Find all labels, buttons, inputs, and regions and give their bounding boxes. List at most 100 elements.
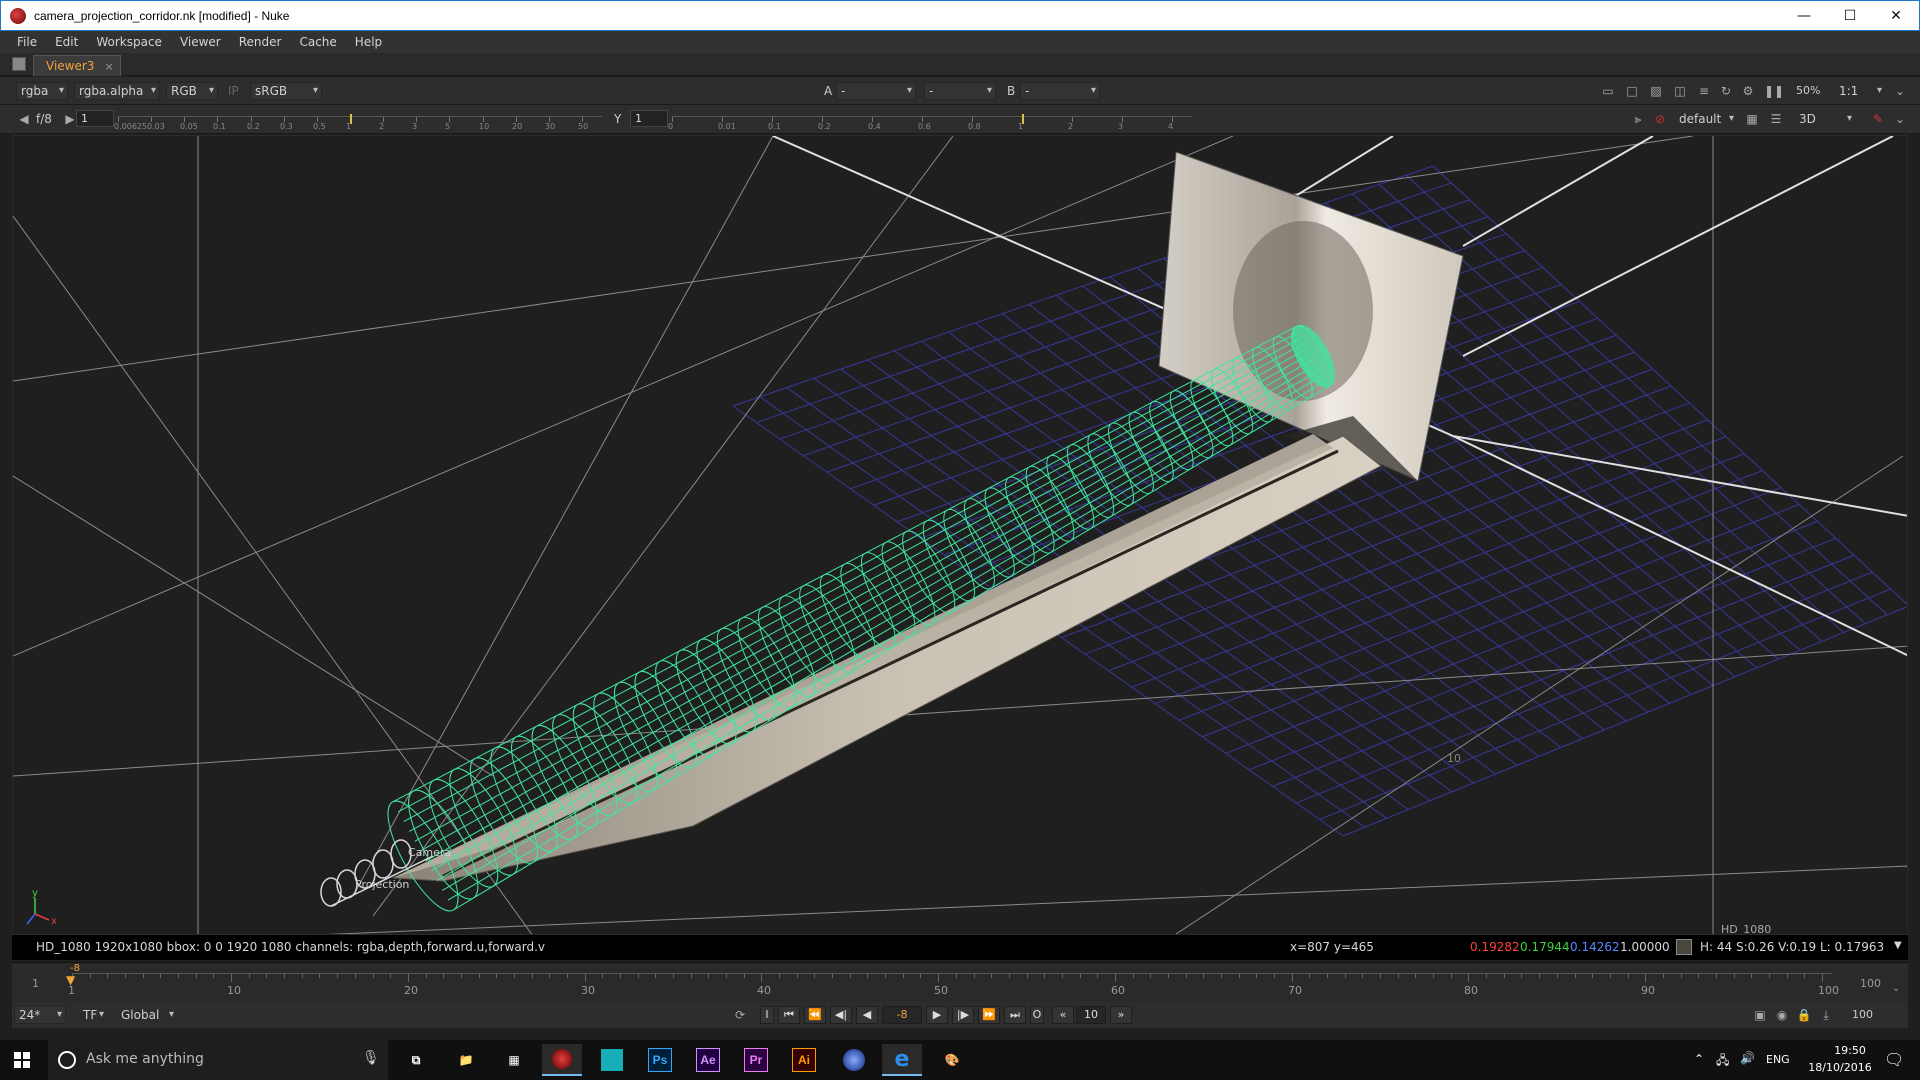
task-view-icon[interactable]: ⧉ [396,1044,436,1076]
ratio-dropdown[interactable]: 1:1 [1834,82,1886,100]
export-icon[interactable]: ⤓ [1818,1008,1834,1022]
alpha-channel-dropdown[interactable]: rgba.alpha [74,82,160,100]
premiere-taskbar-icon[interactable]: Pr [736,1044,776,1076]
play-forward-button[interactable]: ▶ [926,1006,948,1024]
play-backward-button[interactable]: ◀ [856,1006,878,1024]
timeline-tick [585,974,586,982]
chevron-down-icon[interactable]: ⌄ [1892,84,1908,98]
fps-dropdown[interactable]: 24* [14,1006,66,1024]
gamma-field[interactable]: 1 [630,110,668,127]
view-mode-dropdown[interactable]: 3D [1794,110,1856,128]
camera-icon[interactable]: ▦ [1744,112,1760,126]
after-effects-taskbar-icon[interactable]: Ae [688,1044,728,1076]
view-preset-dropdown[interactable]: default [1674,110,1738,128]
microphone-icon[interactable]: 🎙 [362,1050,380,1066]
refresh-icon[interactable]: ↻ [1718,84,1734,98]
next-step-button[interactable]: |▶ [952,1006,974,1024]
slider-knob[interactable] [1022,114,1024,124]
timeline-ruler[interactable]: 1 10 20 30 40 50 60 70 80 90 100 [68,973,1839,1001]
gear-icon[interactable]: ⚙ [1740,84,1756,98]
checker-icon[interactable]: ▨ [1648,84,1664,98]
menu-edit[interactable]: Edit [46,35,87,49]
flipbook-icon[interactable]: ▣ [1752,1008,1768,1022]
record-icon[interactable]: ◉ [1774,1008,1790,1022]
internet-explorer-icon[interactable]: e [882,1044,922,1076]
layers-icon[interactable]: ☰ [1768,112,1784,126]
proxy-icon[interactable]: ◫ [1672,84,1688,98]
display-channel-dropdown[interactable]: RGB [166,82,218,100]
pause-icon[interactable]: ❚❚ [1764,84,1784,98]
input-b-dropdown[interactable]: - [1020,82,1100,100]
file-explorer-icon[interactable]: 📁 [446,1044,486,1076]
zoom-value[interactable]: 50% [1796,84,1820,97]
range-scope-dropdown[interactable]: Global [116,1006,178,1024]
photoshop-taskbar-icon[interactable]: Ps [640,1044,680,1076]
prev-keyframe-button[interactable]: ⏪ [804,1006,826,1024]
notification-icon[interactable]: 🗨 [1884,1050,1904,1069]
overlay-icon[interactable]: □ [1624,84,1640,98]
tab-close-icon[interactable]: × [104,60,113,73]
current-frame-field[interactable]: -8 [882,1006,922,1024]
ip-button[interactable]: IP [228,84,239,98]
loop-icon[interactable]: ⟳ [732,1008,748,1022]
skip-back-button[interactable]: « [1052,1006,1074,1024]
lut-dropdown[interactable]: sRGB [250,82,322,100]
list-icon[interactable]: ≡ [1696,84,1712,98]
maya-taskbar-icon[interactable] [592,1044,632,1076]
in-point-button[interactable]: I [760,1006,774,1024]
cortana-search-box[interactable]: Ask me anything 🎙 [48,1040,388,1080]
last-frame-button[interactable]: ⏭ [1004,1006,1026,1024]
prev-step-button[interactable]: ◀| [830,1006,852,1024]
close-button[interactable]: ✕ [1873,1,1919,30]
gain-slider[interactable]: 0.00625 0.03 0.05 0.1 0.2 0.3 0.5 1 2 3 5 10 20 30 50 [114,114,602,133]
lock-icon[interactable]: 🔒 [1796,1008,1812,1022]
fstop-left-arrow-icon[interactable]: ◀ [16,112,32,126]
timeline-expand-icon[interactable]: ⌄ [1892,983,1900,994]
paint-brush-icon[interactable]: ✎ [1870,112,1886,126]
clock-date[interactable]: 18/10/2016 [1800,1061,1880,1074]
network-icon[interactable]: 🖧 [1716,1051,1729,1072]
gamma-slider[interactable]: 0 0.01 0.1 0.2 0.4 0.6 0.8 1 2 3 4 [668,114,1192,133]
roi-icon[interactable]: ▭ [1600,84,1616,98]
paint-taskbar-icon[interactable]: 🎨 [932,1044,972,1076]
minimize-button[interactable]: — [1781,1,1827,30]
chevron-up-icon[interactable]: ⌃ [1694,1052,1704,1066]
panel-menu-icon[interactable] [12,57,26,71]
windows-start-icon[interactable] [14,1052,30,1068]
slider-knob[interactable] [350,114,352,124]
info-expand-icon[interactable]: ▼ [1894,940,1902,951]
maximize-button[interactable]: ☐ [1827,1,1873,30]
first-frame-button[interactable]: ⏮ [778,1006,800,1024]
next-keyframe-button[interactable]: ⏩ [978,1006,1000,1024]
play-forward-icon[interactable]: ⫸ [1630,112,1646,126]
tf-dropdown[interactable]: TF [78,1006,108,1024]
out-point-button[interactable]: O [1030,1006,1044,1024]
end-frame-value[interactable]: 100 [1852,1008,1873,1021]
menu-viewer[interactable]: Viewer [171,35,230,49]
menu-cache[interactable]: Cache [290,35,345,49]
nuke-taskbar-icon[interactable] [542,1044,582,1076]
clock-time[interactable]: 19:50 [1820,1044,1880,1057]
volume-icon[interactable]: 🔊 [1740,1051,1755,1065]
menu-render[interactable]: Render [230,35,291,49]
fstop-value[interactable]: f/8 [36,112,52,126]
skip-forward-button[interactable]: » [1110,1006,1132,1024]
menu-workspace[interactable]: Workspace [87,35,171,49]
input-a-dropdown[interactable]: - [836,82,916,100]
viewer-3d-viewport[interactable]: Camera Projection 10 HD_1080 y x [12,135,1908,935]
frame-increment-field[interactable]: 10 [1076,1006,1106,1024]
chevron-down-icon[interactable]: ⌄ [1892,112,1908,126]
cinema4d-taskbar-icon[interactable] [834,1044,874,1076]
menu-file[interactable]: File [8,35,46,49]
wipe-mode-dropdown[interactable]: - [924,82,996,100]
menu-help[interactable]: Help [346,35,391,49]
channels-dropdown[interactable]: rgba [16,82,68,100]
tab-viewer3[interactable]: Viewer3 × [33,55,121,76]
stop-icon[interactable]: ⊘ [1652,112,1668,126]
language-indicator[interactable]: ENG [1766,1053,1790,1066]
gain-field[interactable]: 1 [76,110,114,127]
calculator-icon[interactable]: ▦ [494,1044,534,1076]
playhead-icon[interactable]: ▼ [66,973,75,987]
timeline[interactable]: 1 1 10 20 30 40 50 60 70 80 90 100 -8 ▼ 100 ⌄ [12,962,1908,1002]
illustrator-taskbar-icon[interactable]: Ai [784,1044,824,1076]
